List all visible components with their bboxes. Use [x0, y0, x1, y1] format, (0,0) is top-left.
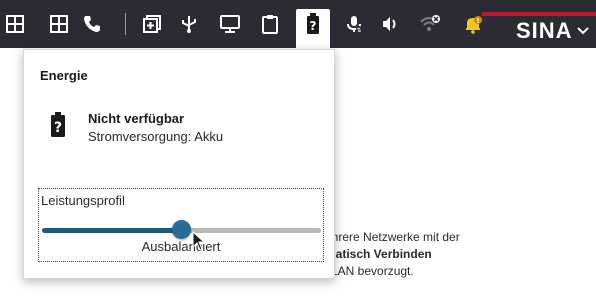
- profile-label: Leistungsprofil: [41, 193, 125, 208]
- svg-text:?: ?: [54, 120, 62, 136]
- clipboard-icon[interactable]: [258, 12, 282, 36]
- sina-menu-button[interactable]: SINA: [478, 0, 596, 48]
- speaker-icon[interactable]: [378, 12, 402, 36]
- background-line: ehrere Netzwerke mit der: [325, 230, 460, 244]
- profile-value: Ausbalanciert: [141, 239, 221, 254]
- background-line-bold: matisch Verbinden: [325, 247, 432, 261]
- performance-profile-group: Leistungsprofil Ausbalanciert: [38, 188, 324, 262]
- monitor-icon[interactable]: [218, 12, 242, 36]
- taskbar-separator: [125, 13, 126, 35]
- grid-icon[interactable]: [3, 12, 27, 36]
- popup-title: Energie: [40, 68, 88, 83]
- grid-icon[interactable]: [47, 12, 71, 36]
- power-status-title: Nicht verfügbar: [88, 111, 185, 126]
- usb-icon[interactable]: [177, 12, 201, 36]
- chevron-down-icon: [577, 27, 589, 35]
- wifi-disconnected-icon[interactable]: [418, 12, 442, 36]
- taskbar: ? ⇅ ! SINA: [0, 0, 596, 48]
- background-line: l LAN bevorzugt.: [325, 264, 414, 278]
- add-window-icon[interactable]: [140, 12, 164, 36]
- background-text: ehrere Netzwerke mit der matisch Verbind…: [325, 229, 460, 280]
- battery-unknown-icon[interactable]: ?: [301, 12, 325, 36]
- brand-accent-bar: [482, 12, 596, 16]
- svg-text:?: ?: [310, 19, 317, 33]
- energy-popup: Energie ? Nicht verfügbar Stromversorgun…: [23, 49, 335, 279]
- power-source-text: Stromversorgung: Akku: [88, 129, 224, 144]
- svg-text:⇅: ⇅: [356, 27, 361, 34]
- battery-unknown-icon: ?: [51, 112, 65, 137]
- microphone-icon[interactable]: ⇅: [342, 12, 366, 36]
- mouse-cursor-icon: [192, 231, 206, 251]
- phone-icon[interactable]: [80, 12, 104, 36]
- profile-slider-thumb[interactable]: [172, 220, 191, 239]
- sina-logo: SINA: [516, 18, 573, 43]
- profile-slider-fill: [42, 228, 182, 233]
